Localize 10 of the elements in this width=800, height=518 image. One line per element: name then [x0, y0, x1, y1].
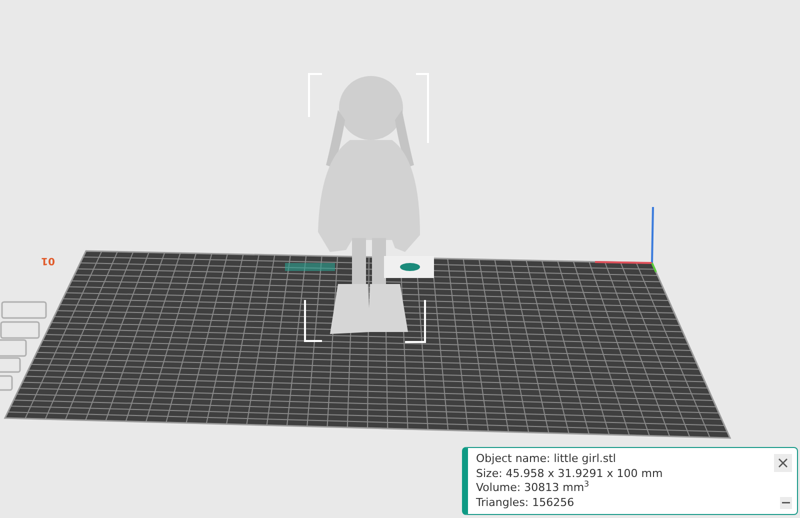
info-text: Triangles: 156256 — [476, 496, 576, 510]
close-icon — [778, 458, 788, 468]
plate-number: 01 — [41, 255, 55, 266]
collapse-button[interactable] — [780, 497, 792, 509]
info-text: Object name: little girl.stl — [476, 452, 617, 466]
info-text: Size: 45.958 x 31.9291 x 100 mm — [476, 466, 663, 480]
info-text: Volume: 30813 mm$^{3}$ — [476, 481, 590, 496]
close-button[interactable] — [774, 454, 792, 472]
axis-drawing — [594, 206, 657, 272]
minus-icon — [782, 502, 790, 504]
